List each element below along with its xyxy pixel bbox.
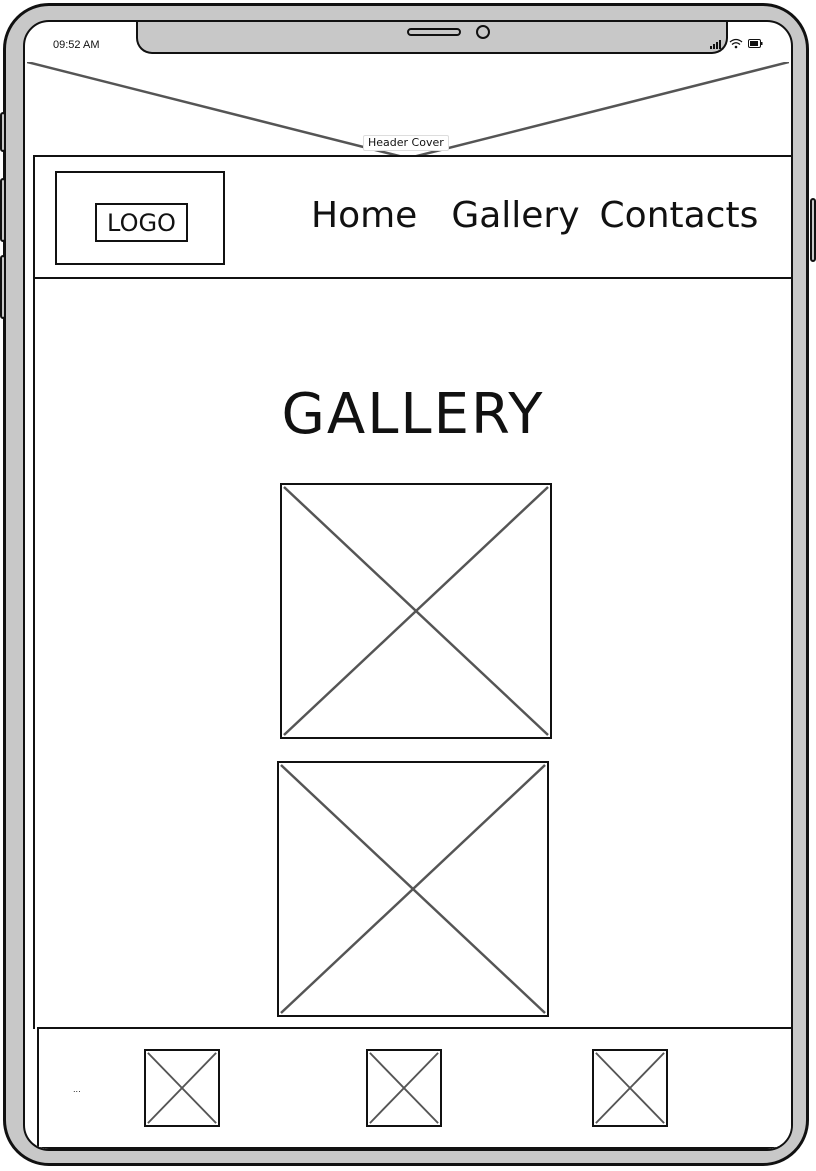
speaker [407, 28, 461, 36]
footer-image-3[interactable] [592, 1049, 668, 1127]
wifi-icon [729, 38, 743, 49]
gallery-image-2[interactable] [277, 761, 549, 1017]
side-button [0, 112, 6, 152]
battery-icon [748, 39, 763, 48]
nav-link-gallery[interactable]: Gallery [451, 195, 579, 236]
notch [136, 22, 728, 54]
navbar: LOGO Home Gallery Contacts [33, 155, 791, 279]
footer: ... [37, 1027, 791, 1149]
page-title: GALLERY [281, 382, 545, 447]
device-screen: 09:52 AM Header Cover LOGO Home Gallery … [23, 20, 793, 1151]
nav-link-contacts[interactable]: Contacts [600, 195, 759, 236]
image-placeholder-icon [595, 1052, 665, 1124]
side-button [0, 178, 6, 242]
image-placeholder-icon [280, 764, 546, 1014]
nav-links: Home Gallery Contacts [311, 195, 758, 236]
status-time: 09:52 AM [53, 39, 100, 51]
footer-image-1[interactable] [144, 1049, 220, 1127]
logo-container[interactable]: LOGO [55, 171, 225, 265]
side-button [0, 255, 6, 319]
footer-image-2[interactable] [366, 1049, 442, 1127]
image-placeholder-icon [369, 1052, 439, 1124]
nav-link-home[interactable]: Home [311, 195, 417, 236]
footer-text: ... [73, 1085, 81, 1094]
header-cover-label: Header Cover [363, 135, 449, 151]
device-mockup: 09:52 AM Header Cover LOGO Home Gallery … [0, 0, 816, 1171]
gallery-image-1[interactable] [280, 483, 552, 739]
status-icons [710, 38, 763, 49]
image-placeholder-icon [147, 1052, 217, 1124]
side-button [810, 198, 816, 262]
camera [476, 25, 490, 39]
main-content: GALLERY [33, 277, 791, 1029]
signal-icon [710, 39, 721, 49]
image-placeholder-icon [283, 486, 549, 736]
logo[interactable]: LOGO [95, 203, 188, 242]
